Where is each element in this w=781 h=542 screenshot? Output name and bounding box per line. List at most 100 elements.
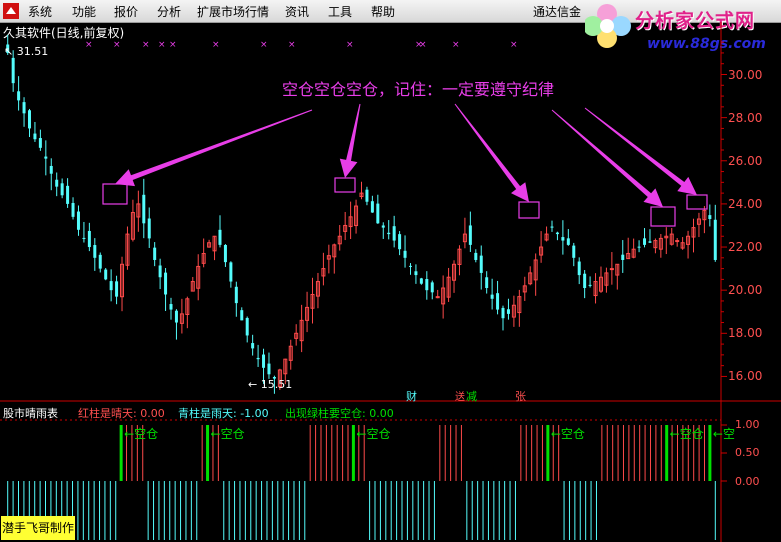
annotation-arrow (454, 103, 529, 202)
indicator-name[interactable]: 股市晴雨表 (3, 405, 58, 421)
candle-body (708, 215, 712, 219)
candle-body (501, 307, 505, 319)
candle-body (419, 278, 423, 284)
low-price-label: ← 15.51 (248, 378, 293, 391)
candle-body (115, 281, 119, 297)
candle-body (588, 284, 592, 286)
signal-x-marker: × (288, 40, 296, 50)
candle-body (153, 247, 157, 260)
candle-body (643, 238, 647, 245)
candle-body (425, 279, 429, 291)
candle-body (240, 310, 244, 321)
candle-body (33, 133, 37, 140)
indicator-green-label: 出现绿柱要空仓: 0.00 (285, 407, 394, 420)
indicator-axis-label-0: 0.00 (735, 475, 760, 488)
event-marker-finance[interactable]: 财 (406, 388, 417, 404)
candle-body (22, 102, 26, 114)
signal-x-marker: × (260, 40, 268, 50)
signal-label: ←空仓 (356, 427, 391, 441)
signal-x-marker: × (158, 40, 166, 50)
annotation-box (518, 201, 540, 219)
candle-body (98, 254, 102, 269)
candle-body (387, 232, 391, 235)
signal-x-marker: × (85, 40, 93, 50)
signal-label: ←空仓 (669, 427, 704, 441)
candle-body (71, 202, 75, 217)
candle-body (164, 272, 168, 295)
candle-body (251, 343, 255, 349)
candle-body (142, 194, 146, 224)
candle-body (147, 218, 151, 239)
candle-body (11, 57, 15, 84)
price-axis-label: 26.00 (728, 153, 763, 168)
indicator-axis-label-05: 0.50 (735, 446, 760, 459)
candle-body (621, 254, 625, 260)
signal-x-marker: × (212, 40, 220, 50)
candle-body (403, 250, 407, 258)
event-marker-bonus[interactable]: 送 (455, 388, 465, 403)
high-price-label: ↖ 31.51 (4, 45, 49, 58)
candle-body (648, 241, 652, 243)
candle-body (87, 230, 91, 248)
candle-body (262, 354, 266, 368)
annotation-arrow (339, 103, 361, 178)
candle-body (223, 244, 227, 263)
candle-body (218, 229, 222, 245)
signal-label: ←空仓 (124, 427, 159, 441)
signal-label: ←空仓 (550, 427, 585, 441)
annotation-arrow (115, 109, 313, 187)
candle-body (474, 252, 478, 260)
annotation-text: 空仓空仓空仓，记住：一定要遵守纪律 (282, 80, 555, 99)
price-axis-label: 18.00 (728, 326, 763, 341)
price-axis-label: 20.00 (728, 283, 763, 298)
candle-body (229, 262, 233, 282)
candle-body (430, 282, 434, 293)
candle-body (550, 226, 554, 228)
candle-body (158, 265, 162, 278)
annotation-box (334, 177, 356, 193)
candle-body (675, 240, 680, 243)
candle-body (104, 269, 108, 280)
price-axis-label: 24.00 (728, 196, 763, 211)
price-axis-label: 30.00 (728, 67, 763, 82)
signal-label: ←空仓 (210, 427, 245, 441)
candle-body (82, 237, 86, 239)
candle-body (583, 273, 587, 289)
signal-x-marker: × (169, 40, 177, 50)
candle-body (174, 310, 178, 323)
indicator-axis-label-1: 1.00 (735, 418, 760, 431)
candle-body (398, 234, 402, 250)
event-marker-reduce[interactable]: 减 (466, 388, 477, 404)
candle-body (408, 265, 412, 267)
indicator-series (7, 425, 716, 540)
candle-body (381, 225, 385, 228)
indicator-info-bar: 股市晴雨表 红柱是晴天: 0.00 青柱是雨天: -1.00 出现绿柱要空仓: … (0, 403, 781, 420)
annotation-box (650, 206, 676, 227)
candle-body (392, 226, 396, 241)
signal-label: ←空 (712, 427, 735, 441)
event-marker-rise[interactable]: 张 (515, 388, 526, 404)
candle-body (572, 245, 576, 258)
candle-body (38, 138, 42, 148)
candle-body (414, 271, 418, 276)
candle-body (555, 232, 559, 235)
candle-body (468, 225, 472, 245)
annotation-arrow (584, 107, 697, 195)
price-axis-label: 16.00 (728, 369, 763, 384)
candle-body (577, 261, 581, 276)
candle-body (169, 304, 173, 310)
candle-body (496, 293, 500, 310)
candle-body (17, 91, 21, 101)
candle-body (76, 211, 80, 230)
candle-body (93, 245, 97, 258)
candle-body (479, 255, 483, 273)
candle-body (55, 179, 59, 187)
signal-x-marker: × (510, 40, 518, 50)
candle-body (376, 203, 380, 224)
candle-body (370, 201, 374, 213)
annotation-box (102, 183, 128, 205)
candle-body (256, 357, 260, 360)
candle-body (490, 294, 494, 299)
low-price-value: 15.51 (260, 378, 293, 391)
candle-body (713, 219, 717, 260)
